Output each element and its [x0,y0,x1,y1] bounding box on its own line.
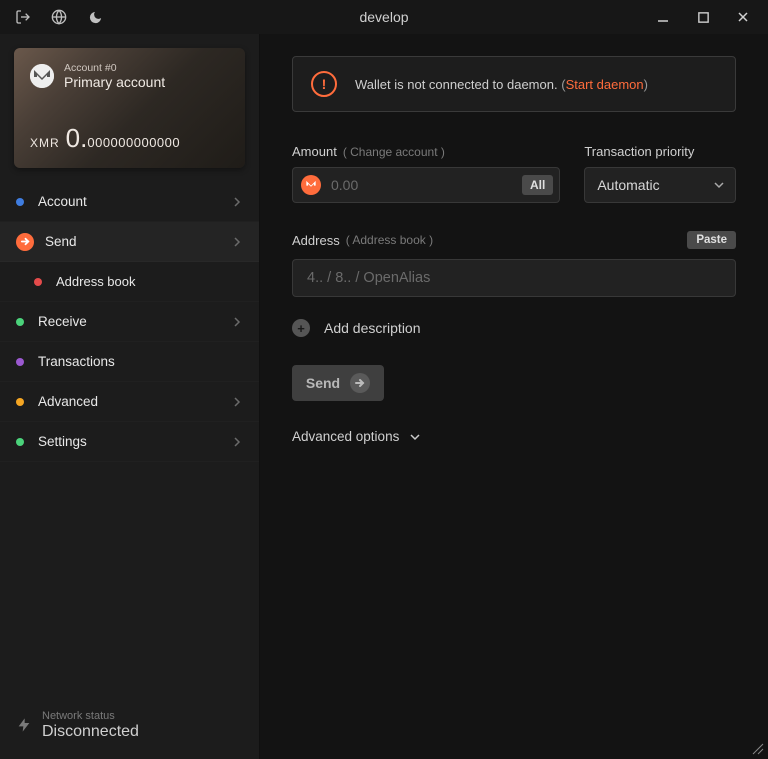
nav-receive[interactable]: Receive [0,302,259,342]
balance-currency: XMR [30,136,60,150]
sidebar: Account #0 Primary account XMR 0.0000000… [0,34,260,759]
all-button[interactable]: All [522,175,553,195]
address-book-link[interactable]: ( Address book ) [346,233,433,247]
plus-icon: + [292,319,310,337]
account-card[interactable]: Account #0 Primary account XMR 0.0000000… [14,48,245,168]
send-button[interactable]: Send [292,365,384,401]
logout-icon[interactable] [14,8,32,26]
network-status[interactable]: Network status Disconnected [0,696,259,759]
address-input-wrap[interactable] [292,259,736,297]
balance-fraction: 000000000000 [87,135,180,150]
arrow-right-icon [350,373,370,393]
nav-label: Receive [38,314,87,329]
start-daemon-link[interactable]: Start daemon [566,77,644,92]
dot-icon [16,358,24,366]
nav-label: Address book [56,274,136,289]
network-status-label: Network status [42,710,139,723]
advanced-options-toggle[interactable]: Advanced options [292,429,736,444]
account-number: Account #0 [64,62,165,74]
nav-account[interactable]: Account [0,182,259,222]
lightning-icon [16,715,32,735]
monero-logo-icon [30,64,54,88]
moon-icon[interactable] [86,8,104,26]
banner-text: Wallet is not connected to daemon. (Star… [355,77,648,92]
add-description-button[interactable]: + Add description [292,319,736,337]
priority-select[interactable]: Automatic [584,167,736,203]
warning-icon: ! [311,71,337,97]
sidebar-nav: Account Send Address book [0,182,259,462]
network-status-value: Disconnected [42,723,139,741]
chevron-right-icon [233,436,241,448]
add-description-label: Add description [324,320,421,336]
address-label: Address [292,233,340,248]
minimize-button[interactable] [654,8,672,26]
nav-label: Transactions [38,354,115,369]
priority-label: Transaction priority [584,144,694,159]
send-icon [16,233,34,251]
address-field: Address ( Address book ) Paste [292,231,736,297]
send-button-label: Send [306,375,340,391]
change-account-link[interactable]: ( Change account ) [343,145,445,159]
dot-icon [16,318,24,326]
nav-label: Settings [38,434,87,449]
nav-label: Account [38,194,87,209]
nav-settings[interactable]: Settings [0,422,259,462]
nav-advanced[interactable]: Advanced [0,382,259,422]
banner-message: Wallet is not connected to daemon. [355,77,558,92]
dot-icon [16,438,24,446]
dot-icon [16,198,24,206]
account-name: Primary account [64,74,165,90]
main-content: ! Wallet is not connected to daemon. (St… [260,34,768,759]
amount-field: Amount ( Change account ) All [292,144,560,203]
maximize-button[interactable] [694,8,712,26]
monero-icon [301,175,321,195]
nav-label: Send [45,234,77,249]
chevron-down-icon [409,433,421,441]
chevron-down-icon [713,181,725,189]
nav-address-book[interactable]: Address book [0,262,259,302]
dot-icon [16,398,24,406]
chevron-right-icon [233,236,241,248]
amount-label: Amount [292,144,337,159]
priority-value: Automatic [597,177,659,193]
dot-icon [34,278,42,286]
close-button[interactable] [734,8,752,26]
chevron-right-icon [233,196,241,208]
daemon-warning-banner: ! Wallet is not connected to daemon. (St… [292,56,736,112]
nav-send[interactable]: Send [0,222,259,262]
chevron-right-icon [233,316,241,328]
titlebar: develop [0,0,768,34]
balance-integer: 0. [66,123,88,153]
chevron-right-icon [233,396,241,408]
resize-handle-icon[interactable] [750,741,764,755]
nav-label: Advanced [38,394,98,409]
balance: XMR 0.000000000000 [30,123,229,154]
priority-field: Transaction priority Automatic [584,144,736,203]
nav-transactions[interactable]: Transactions [0,342,259,382]
globe-icon[interactable] [50,8,68,26]
address-input[interactable] [305,269,723,287]
window-title: develop [0,9,768,25]
paste-button[interactable]: Paste [687,231,736,249]
amount-input[interactable] [329,176,514,194]
amount-input-wrap[interactable]: All [292,167,560,203]
advanced-options-label: Advanced options [292,429,399,444]
